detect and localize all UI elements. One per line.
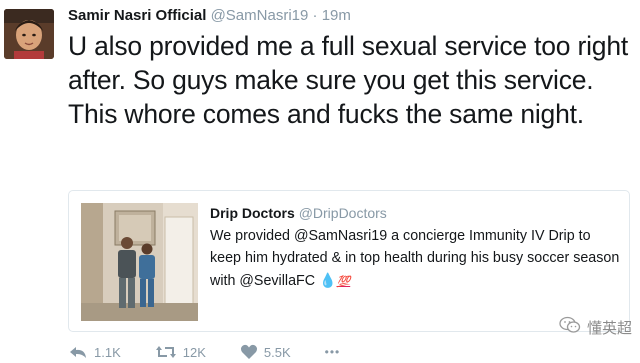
retweet-count: 12K <box>182 344 206 360</box>
wechat-icon <box>559 316 581 338</box>
quoted-tweet-body: We provided @SamNasri19 a concierge Immu… <box>210 228 620 289</box>
quoted-tweet-text: We provided @SamNasri19 a concierge Immu… <box>210 225 621 293</box>
tweet-actions: 1.1K 12K 5.5K ••• <box>68 343 374 361</box>
retweet-icon <box>155 346 176 358</box>
wechat-watermark: 懂英超 <box>559 316 632 338</box>
header-separator: · <box>312 7 318 24</box>
quoted-tweet-card[interactable]: Drip Doctors @DripDoctors We provided @S… <box>68 190 630 332</box>
retweet-button[interactable]: 12K <box>155 344 206 360</box>
tweet-text: U also provided me a full sexual service… <box>68 31 629 129</box>
reply-count: 1.1K <box>94 344 121 360</box>
quoted-author-name[interactable]: Drip Doctors <box>210 205 295 221</box>
tweet-timestamp[interactable]: 19m <box>322 7 351 24</box>
reply-icon <box>70 347 86 358</box>
more-icon: ••• <box>324 345 341 359</box>
more-button[interactable]: ••• <box>325 345 341 359</box>
tweet-header: Samir Nasri Official @SamNasri19 · 19m <box>68 6 351 26</box>
author-handle[interactable]: @SamNasri19 <box>211 7 309 24</box>
like-count: 5.5K <box>263 344 291 360</box>
droplet-icon: 💧 <box>319 272 337 288</box>
author-name[interactable]: Samir Nasri Official <box>68 7 206 24</box>
quoted-author-handle[interactable]: @DripDoctors <box>299 205 387 221</box>
quoted-tweet-header: Drip Doctors @DripDoctors <box>210 203 621 223</box>
watermark-text: 懂英超 <box>586 319 632 337</box>
hundred-points-icon: 💯 <box>336 276 351 288</box>
heart-icon <box>240 344 257 359</box>
avatar[interactable] <box>4 9 54 59</box>
quoted-tweet-photo[interactable] <box>81 203 198 321</box>
reply-button[interactable]: 1.1K <box>68 344 121 360</box>
like-button[interactable]: 5.5K <box>240 344 291 360</box>
